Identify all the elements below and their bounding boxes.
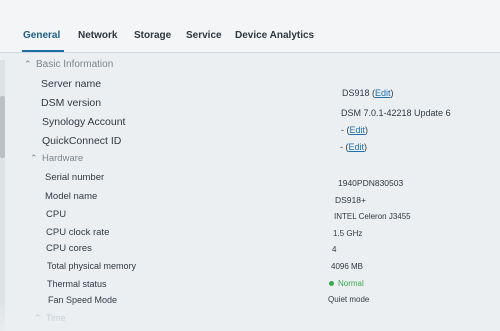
total-memory-value: 4096 MB xyxy=(331,262,364,271)
model-name-value: DS918+ xyxy=(335,195,366,205)
synology-account-text: - xyxy=(341,125,344,135)
server-name-text: DS918 xyxy=(342,88,370,98)
cpu-clock-rate-label: CPU clock rate xyxy=(46,227,110,238)
fan-speed-mode-value: Quiet mode xyxy=(328,295,370,304)
edit-server-name-link[interactable]: Edit xyxy=(375,88,391,98)
server-name-value: DS918 (Edit) xyxy=(342,88,394,98)
active-tab-indicator xyxy=(22,50,64,52)
cpu-value: INTEL Celeron J3455 xyxy=(334,212,411,221)
synology-account-label: Synology Account xyxy=(42,116,126,128)
scrollbar-thumb[interactable] xyxy=(0,96,5,158)
status-dot-icon xyxy=(329,281,334,287)
dsm-version-value: DSM 7.0.1-42218 Update 6 xyxy=(341,108,451,118)
edit-synology-account-link[interactable]: Edit xyxy=(350,125,366,135)
cpu-label: CPU xyxy=(46,209,67,220)
cpu-cores-label: CPU cores xyxy=(46,243,92,254)
fan-speed-mode-label: Fan Speed Mode xyxy=(48,295,118,305)
thermal-status-value: Normal xyxy=(329,279,364,288)
chevron-up-icon[interactable]: ⌃ xyxy=(30,153,42,164)
serial-number-value: 1940PDN830503 xyxy=(338,178,404,188)
quickconnect-id-text: - xyxy=(340,142,343,152)
quickconnect-id-value: - (Edit) xyxy=(340,142,368,152)
dsm-version-label: DSM version xyxy=(41,97,102,109)
quickconnect-id-label: QuickConnect ID xyxy=(42,135,122,147)
tab-storage[interactable]: Storage xyxy=(134,30,171,41)
thermal-status-label: Thermal status xyxy=(47,279,107,289)
thermal-status-text: Normal xyxy=(338,279,364,288)
tab-network[interactable]: Network xyxy=(78,30,117,41)
synology-account-value: - (Edit) xyxy=(341,125,369,135)
serial-number-label: Serial number xyxy=(45,172,105,183)
tab-bar: General Network Storage Service Device A… xyxy=(0,0,500,53)
tab-service[interactable]: Service xyxy=(186,30,222,41)
cpu-cores-value: 4 xyxy=(332,245,337,254)
chevron-up-icon[interactable]: ⌃ xyxy=(24,59,36,70)
server-name-label: Server name xyxy=(41,78,102,90)
section-hardware[interactable]: ⌃ Hardware xyxy=(30,153,83,164)
tab-general[interactable]: General xyxy=(23,30,60,41)
section-time[interactable]: ⌃ Time xyxy=(34,313,66,324)
total-memory-label: Total physical memory xyxy=(47,261,137,271)
cpu-clock-rate-value: 1.5 GHz xyxy=(333,229,363,238)
section-title: Basic Information xyxy=(36,59,114,70)
tab-device-analytics[interactable]: Device Analytics xyxy=(235,30,314,41)
edit-quickconnect-id-link[interactable]: Edit xyxy=(349,142,365,152)
model-name-label: Model name xyxy=(45,191,98,202)
section-title: Hardware xyxy=(42,153,84,164)
chevron-up-icon[interactable]: ⌃ xyxy=(34,313,46,324)
section-title: Time xyxy=(46,313,66,323)
section-basic-information[interactable]: ⌃ Basic Information xyxy=(24,59,113,70)
